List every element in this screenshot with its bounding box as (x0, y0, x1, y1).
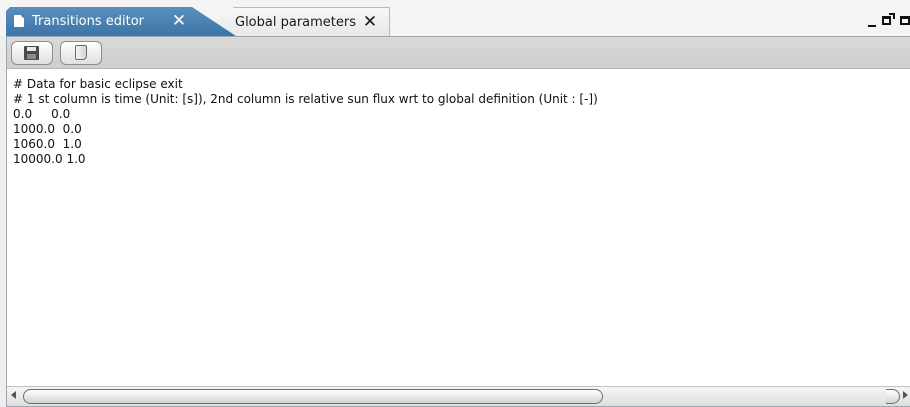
close-icon[interactable]: ✕ (170, 11, 188, 31)
tab-label: Global parameters (235, 15, 357, 30)
text-line: 1060.0 1.0 (13, 137, 82, 151)
document-icon (14, 15, 24, 27)
text-line: 0.0 0.0 (13, 107, 71, 121)
scrollbar-thumb[interactable] (23, 389, 603, 404)
tab-label: Transitions editor (32, 14, 145, 29)
close-icon[interactable]: ✕ (361, 12, 379, 32)
horizontal-scrollbar[interactable] (7, 386, 910, 406)
save-icon (24, 46, 39, 60)
window-controls (860, 13, 910, 29)
tab-transitions-editor[interactable]: Transitions editor ✕ (6, 7, 236, 36)
transitions-editor-panel: # Data for basic eclipse exit # 1 st col… (6, 36, 910, 407)
text-line: 10000.0 1.0 (13, 152, 86, 166)
scroll-right-arrow-icon[interactable] (903, 391, 908, 399)
open-file-button[interactable] (60, 41, 102, 65)
text-line: # Data for basic eclipse exit (13, 77, 183, 91)
restore-icon[interactable] (900, 16, 910, 25)
maximize-icon[interactable] (882, 13, 895, 25)
editor-tab-bar: Global parameters ✕ Transitions editor ✕ (0, 0, 910, 36)
minimize-icon[interactable] (868, 25, 876, 27)
open-file-icon (75, 45, 87, 60)
text-line: 1000.0 0.0 (13, 122, 82, 136)
text-line: # 1 st column is time (Unit: [s]), 2nd c… (13, 92, 598, 106)
save-button[interactable] (11, 41, 53, 65)
scrollbar-track-end (886, 389, 900, 404)
scroll-left-arrow-icon[interactable] (11, 391, 16, 399)
transitions-text-area[interactable]: # Data for basic eclipse exit # 1 st col… (7, 69, 910, 387)
editor-toolbar (7, 37, 910, 69)
